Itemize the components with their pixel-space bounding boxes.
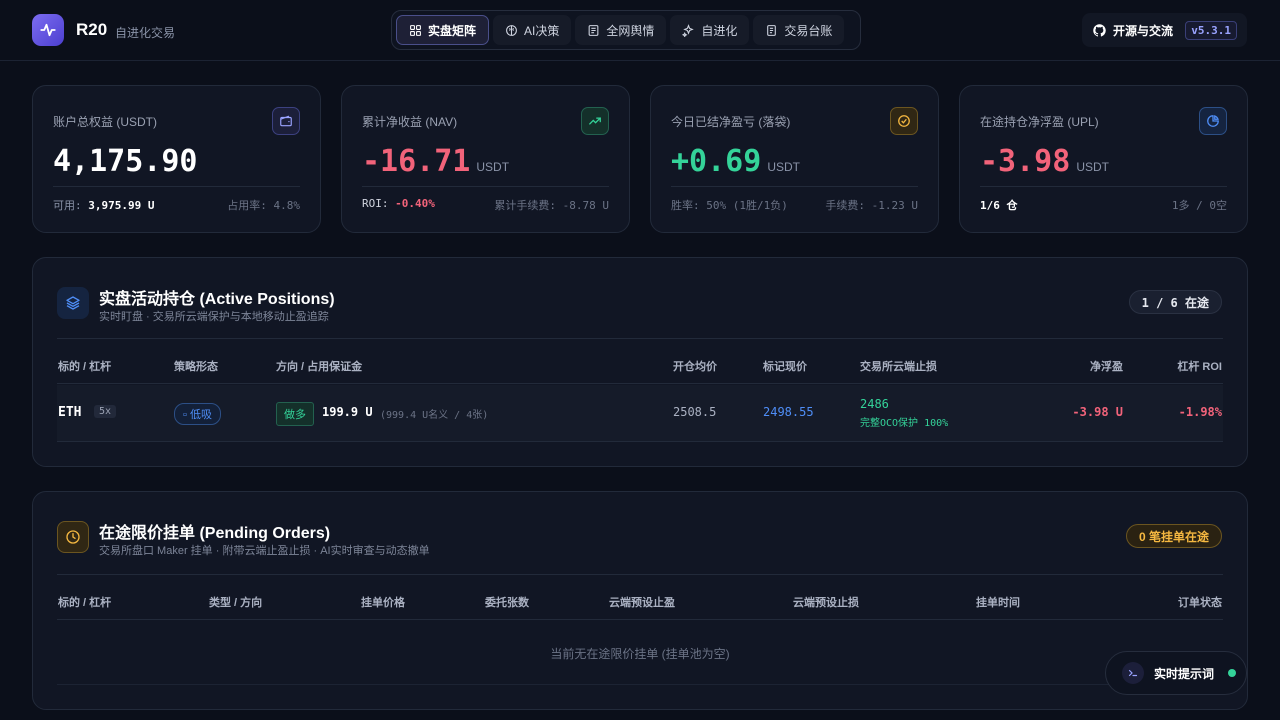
col-type-side: 类型 / 方向 [209, 597, 263, 609]
card-foot-left: 1/6 仓 [980, 199, 1018, 212]
tab-live-matrix[interactable]: 实盘矩阵 [396, 15, 490, 45]
clock-icon [57, 521, 89, 553]
version-badge: v5.3.1 [1185, 20, 1237, 40]
tab-label: 交易台账 [784, 23, 833, 38]
orders-table-header: 标的 / 杠杆 类型 / 方向 挂单价格 委托张数 云端预设止盈 云端预设止损 … [57, 574, 1223, 620]
main-nav: 实盘矩阵 AI决策 全网舆情 自进化 交易台账 [391, 10, 861, 50]
brand-subtitle: 自进化交易 [115, 26, 176, 40]
active-positions-panel: 实盘活动持仓 (Active Positions) 实时盯盘 · 交易所云端保护… [32, 257, 1248, 467]
sparkles-icon [682, 23, 695, 37]
card-foot-right: 占用率: 4.8% [227, 199, 300, 212]
tab-label: 全网舆情 [606, 23, 655, 38]
grid-icon [410, 24, 421, 36]
col-mark: 标记现价 [763, 361, 807, 373]
card-cumulative-nav: 累计净收益 (NAV) -16.71 USDT ROI: -0.40% 累计手续费… [341, 85, 630, 233]
row-stop-loss: 2486 [860, 397, 889, 411]
card-label: 账户总权益 (USDT) [53, 115, 157, 129]
panel-title: 在途限价挂单 (Pending Orders) [99, 525, 331, 542]
pending-orders-panel: 在途限价挂单 (Pending Orders) 交易所盘口 Maker 挂单 ·… [32, 491, 1248, 710]
card-foot-left: 胜率: 50% (1胜/1负) [671, 199, 788, 212]
card-value: -16.71 USDT [362, 144, 510, 179]
col-status: 订单状态 [1178, 597, 1222, 609]
col-stop-loss: 交易所云端止损 [860, 361, 937, 373]
col-side-margin: 方向 / 占用保证金 [276, 361, 363, 373]
panel-subtitle: 实时盯盘 · 交易所云端保护与本地移动止盈追踪 [99, 311, 329, 323]
col-stop-loss: 云端预设止损 [793, 597, 859, 609]
ledger-icon [767, 24, 777, 36]
positions-table-header: 标的 / 杠杆 策略形态 方向 / 占用保证金 开仓均价 标记现价 交易所云端止… [57, 338, 1223, 384]
card-label: 今日已结净盈亏 (落袋) [671, 115, 791, 129]
empty-orders-message: 当前无在途限价挂单 (挂单池为空) [57, 620, 1223, 685]
table-row[interactable]: ETH 5x ▫ 低吸 做多 199.9 U (999.4 U名义 / 4张) … [57, 385, 1223, 442]
brand-name: R20 [76, 20, 108, 39]
card-today-realized: 今日已结净盈亏 (落袋) +0.69 USDT 胜率: 50% (1胜/1负) 手… [650, 85, 939, 233]
panel-subtitle: 交易所盘口 Maker 挂单 · 附带云端止盈止损 · AI实时审查与动态撤单 [99, 545, 430, 557]
row-roi: -1.98% [1178, 405, 1222, 419]
trending-up-icon [581, 107, 609, 135]
pie-chart-icon [1199, 107, 1227, 135]
col-symbol: 标的 / 杠杆 [58, 597, 112, 609]
card-unrealized-pnl: 在途持仓净浮盈 (UPL) -3.98 USDT 1/6 仓 1多 / 0空 [959, 85, 1248, 233]
orders-count-badge: 0 笔挂单在途 [1125, 524, 1222, 548]
col-roi: 杠杆 ROI [1177, 361, 1222, 373]
card-value: +0.69 USDT [671, 144, 800, 179]
row-oco-status: 完整OCO保护 100% [860, 418, 949, 429]
card-foot-right: 1多 / 0空 [1171, 199, 1227, 212]
row-entry: 2508.5 [673, 405, 717, 419]
strategy-icon: ▫ [183, 409, 187, 421]
tab-ai-decision[interactable]: AI决策 [493, 15, 572, 45]
row-symbol: ETH [58, 405, 82, 420]
brain-icon [506, 24, 517, 36]
github-label: 开源与交流 [1113, 23, 1174, 38]
row-pnl: -3.98 U [1072, 405, 1123, 419]
wallet-icon [272, 107, 300, 135]
row-notional: (999.4 U名义 / 4张) [380, 410, 489, 421]
positions-count-badge: 1 / 6 在途 [1128, 290, 1222, 314]
check-circle-icon [890, 107, 918, 135]
card-foot-left: 可用: 3,975.99 U [53, 199, 155, 212]
tab-label: 自进化 [701, 23, 738, 38]
tab-label: AI决策 [524, 23, 560, 38]
tab-label: 实盘矩阵 [428, 23, 477, 38]
tab-evolution[interactable]: 自进化 [670, 15, 750, 45]
col-strategy: 策略形态 [174, 361, 218, 373]
card-foot-left: ROI: -0.40% [362, 197, 435, 210]
github-link[interactable]: 开源与交流 v5.3.1 [1082, 13, 1247, 47]
terminal-icon [1122, 662, 1144, 684]
col-time: 挂单时间 [976, 597, 1020, 609]
col-price: 挂单价格 [361, 597, 405, 609]
panel-title: 实盘活动持仓 (Active Positions) [99, 291, 335, 308]
top-bar: R20 自进化交易 实盘矩阵 AI决策 全网舆情 自进化 交易台账 开源与交流 … [0, 0, 1280, 61]
col-pnl: 净浮盈 [1090, 361, 1123, 373]
card-label: 在途持仓净浮盈 (UPL) [980, 115, 1099, 129]
live-status-dot [1228, 669, 1236, 677]
logo-activity-icon[interactable] [32, 14, 64, 46]
tab-ledger[interactable]: 交易台账 [753, 15, 845, 45]
row-mark: 2498.55 [763, 405, 814, 419]
layers-icon [57, 287, 89, 319]
col-entry: 开仓均价 [673, 361, 717, 373]
strategy-badge: ▫ 低吸 [174, 403, 221, 425]
card-label: 累计净收益 (NAV) [362, 115, 458, 129]
card-foot-right: 累计手续费: -8.78 U [494, 199, 609, 212]
card-value: -3.98 USDT [980, 144, 1109, 179]
side-long-badge: 做多 [276, 402, 314, 426]
news-icon [588, 24, 599, 36]
tab-sentiment[interactable]: 全网舆情 [575, 15, 667, 45]
row-leverage: 5x [94, 405, 117, 418]
prompt-button-label: 实时提示词 [1154, 666, 1215, 681]
github-icon [1093, 23, 1106, 36]
row-margin: 199.9 U [322, 405, 373, 419]
col-take-profit: 云端预设止盈 [609, 597, 675, 609]
card-value: 4,175.90 [53, 144, 198, 179]
col-symbol: 标的 / 杠杆 [58, 361, 112, 373]
col-quantity: 委托张数 [485, 597, 529, 609]
card-total-equity: 账户总权益 (USDT) 4,175.90 可用: 3,975.99 U 占用率… [32, 85, 321, 233]
card-foot-right: 手续费: -1.23 U [825, 199, 918, 212]
realtime-prompt-button[interactable]: 实时提示词 [1105, 651, 1247, 695]
